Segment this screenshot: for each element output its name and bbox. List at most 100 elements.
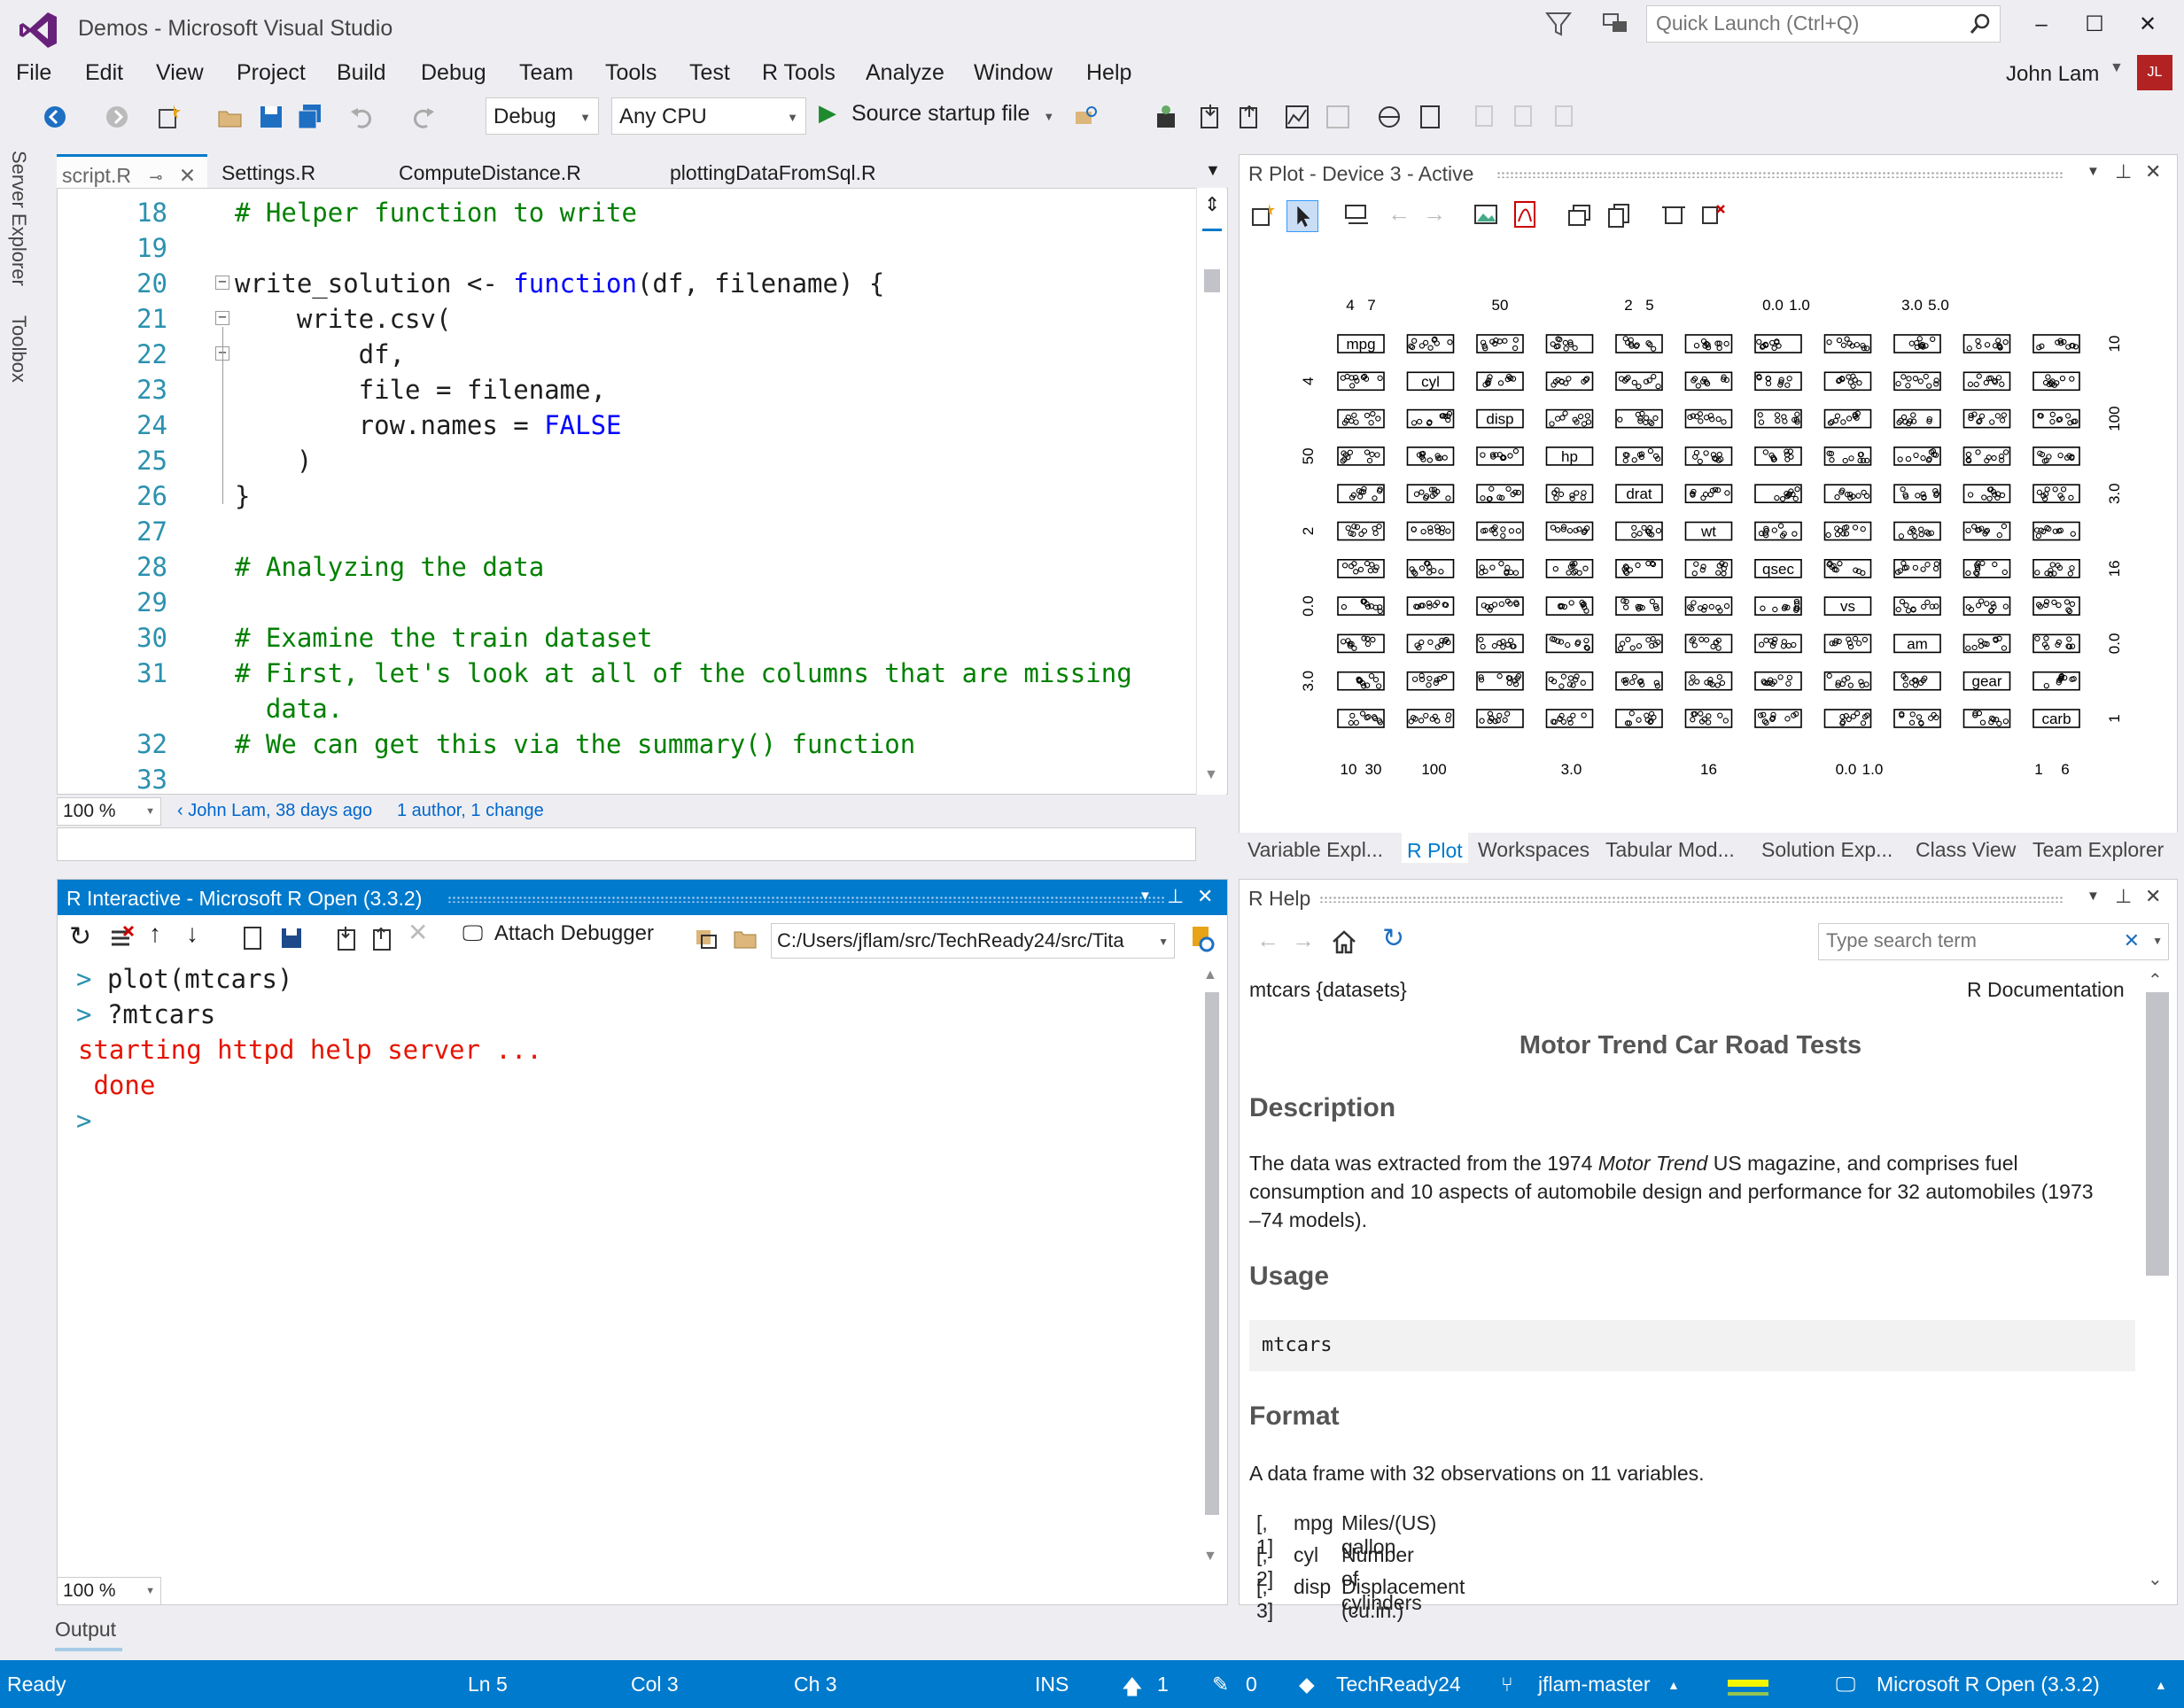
code-line[interactable]: 32 # We can get this via the summary() fu… (58, 729, 1183, 765)
code-line[interactable]: data. (58, 694, 1183, 729)
menu-window[interactable]: Window (974, 60, 1053, 86)
code-line[interactable]: 19 (58, 233, 1183, 268)
plot-icon[interactable] (1283, 103, 1311, 131)
code-line[interactable]: 24 row.names = FALSE (58, 410, 1183, 446)
copy-as-metafile-icon[interactable] (1605, 202, 1632, 229)
word-disabled-icon[interactable] (1551, 103, 1579, 131)
chevron-up-icon[interactable]: ▲ (1667, 1678, 1680, 1692)
help-forward-arrow-icon[interactable]: → (1292, 927, 1315, 954)
plot-disabled-icon[interactable] (1324, 103, 1352, 131)
git-repo-icon[interactable]: ◆ (1299, 1673, 1315, 1696)
export-pdf-icon[interactable] (1512, 200, 1538, 229)
refresh-icon[interactable]: ↻ (1382, 923, 1404, 954)
scroll-thumb[interactable] (1205, 992, 1219, 1515)
menu-analyze[interactable]: Analyze (866, 60, 944, 86)
new-project-icon[interactable] (154, 103, 183, 131)
pin-icon[interactable]: ⊸ (149, 168, 162, 186)
home-icon[interactable] (1331, 928, 1357, 955)
save-workspace-icon[interactable] (278, 925, 305, 951)
start-button[interactable]: ▶ Source startup file ▼ (819, 99, 1054, 127)
code-line[interactable]: 22− df, (58, 339, 1183, 375)
chevron-down-icon[interactable]: ▼ (2087, 889, 2100, 904)
git-branch-icon[interactable]: ⑂ (1501, 1673, 1513, 1696)
solution-platform-dropdown[interactable]: Any CPU ▼ (611, 97, 806, 135)
collapse-region-icon[interactable]: − (215, 310, 229, 325)
previous-plot-arrow-icon[interactable]: ← (1387, 200, 1411, 228)
code-line[interactable]: 20 − write_solution <- function(df, filena… (58, 268, 1183, 304)
editor-vertical-scrollbar[interactable]: ⇕ ▼ (1196, 188, 1226, 795)
tab-r-plot[interactable]: R Plot (1402, 833, 1468, 863)
drag-grip[interactable] (1496, 171, 2064, 178)
menu-team[interactable]: Team (519, 60, 573, 86)
menu-debug[interactable]: Debug (421, 60, 486, 86)
repl-zoom-dropdown[interactable]: 100 % ▼ (57, 1577, 161, 1605)
tab-solution-explorer[interactable]: Solution Exp... (1761, 838, 1893, 862)
code-line[interactable]: 30 # Examine the train dataset (58, 623, 1183, 658)
help-document-icon[interactable] (1416, 103, 1444, 131)
history-up-arrow-icon[interactable]: ↑ (149, 920, 161, 948)
editor-input-bar[interactable] (57, 827, 1196, 861)
pin-icon[interactable]: ⊥ (1167, 885, 1184, 908)
next-plot-arrow-icon[interactable]: → (1423, 200, 1446, 228)
user-name[interactable]: John Lam (2006, 62, 2099, 87)
working-directory-dropdown[interactable]: C:/Users/jflam/src/TechReady24/src/Tita … (771, 923, 1175, 959)
scroll-down-icon[interactable]: ⌄ (2148, 1568, 2163, 1590)
code-line[interactable]: 31 # First, let's look at all of the colu… (58, 658, 1183, 694)
drag-grip[interactable] (447, 896, 1165, 903)
chevron-down-icon[interactable]: ▼ (2152, 935, 2163, 947)
editor-zoom-dropdown[interactable]: 100 % ▼ (57, 797, 161, 826)
pencil-icon[interactable]: ✎ (1212, 1673, 1229, 1696)
undo-icon[interactable] (347, 103, 376, 131)
code-line[interactable]: 23 file = filename, (58, 375, 1183, 410)
tab-script-r[interactable]: script.R ⊸ ✕ (57, 154, 207, 188)
open-folder-icon[interactable] (216, 103, 245, 131)
activate-plot-cursor-icon[interactable] (1286, 200, 1318, 232)
code-line[interactable]: 21 − write.csv( (58, 304, 1183, 339)
clear-repl-icon[interactable] (108, 925, 135, 951)
chevron-up-icon[interactable]: ▲ (2155, 1678, 2167, 1692)
menu-edit[interactable]: Edit (85, 60, 123, 86)
menu-tools[interactable]: Tools (605, 60, 657, 86)
menu-file[interactable]: File (16, 60, 51, 86)
status-branch[interactable]: jflam-master (1538, 1673, 1651, 1696)
notification-filter-icon[interactable] (1543, 9, 1574, 39)
help-search-input[interactable] (1819, 924, 2111, 958)
solution-configuration-dropdown[interactable]: Debug ▼ (486, 97, 599, 135)
scroll-down-icon[interactable]: ▼ (1204, 767, 1218, 783)
r-tools-icon[interactable] (1152, 103, 1180, 131)
tab-compute-distance-r[interactable]: ComputeDistance.R (393, 154, 587, 188)
close-icon[interactable]: ✕ (1197, 885, 1213, 908)
clear-search-icon[interactable]: ✕ (2124, 929, 2140, 952)
codelens-author[interactable]: ‹ John Lam, 38 days ago (177, 801, 372, 821)
tab-plotting-data-from-sql-r[interactable]: plottingDataFromSql.R (665, 154, 882, 188)
scroll-up-icon[interactable]: ⌃ (2148, 969, 2163, 991)
push-arrow-icon[interactable]: 🡅 (1122, 1673, 1143, 1707)
save-all-icon[interactable] (296, 103, 324, 131)
menu-test[interactable]: Test (689, 60, 730, 86)
remove-plot-icon[interactable] (1699, 202, 1726, 229)
menu-project[interactable]: Project (237, 60, 306, 86)
code-line[interactable]: 18 # Helper function to write (58, 198, 1183, 233)
server-explorer-tab[interactable]: Server Explorer (7, 151, 30, 286)
code-line[interactable]: 33 (58, 765, 1183, 794)
plot-history-icon[interactable] (1343, 202, 1372, 229)
interrupt-icon[interactable]: ✕ (408, 918, 428, 947)
folder-icon[interactable] (732, 925, 758, 951)
help-search-box[interactable]: ✕ ▼ (1818, 923, 2169, 960)
tab-tabular-model[interactable]: Tabular Mod... (1605, 838, 1735, 862)
close-icon[interactable]: ✕ (2145, 160, 2161, 183)
tab-variable-explorer[interactable]: Variable Expl... (1247, 838, 1383, 862)
pdf-disabled-icon[interactable] (1510, 103, 1538, 131)
help-back-arrow-icon[interactable]: ← (1256, 927, 1279, 954)
r-settings-icon[interactable] (1187, 923, 1217, 953)
close-icon[interactable]: ✕ (2145, 885, 2161, 908)
r-host-icon[interactable]: 🖵 (1836, 1673, 1855, 1696)
code-line[interactable]: 25 ) (58, 446, 1183, 481)
code-line[interactable]: 29 (58, 587, 1183, 623)
chevron-down-icon[interactable]: ▼ (1139, 889, 1152, 904)
redo-icon[interactable] (409, 103, 438, 131)
web-browser-icon[interactable] (1375, 103, 1403, 131)
scroll-up-icon[interactable]: ▲ (1203, 967, 1217, 983)
maximize-button[interactable]: ☐ (2068, 7, 2121, 43)
menu-r-tools[interactable]: R Tools (762, 60, 836, 86)
